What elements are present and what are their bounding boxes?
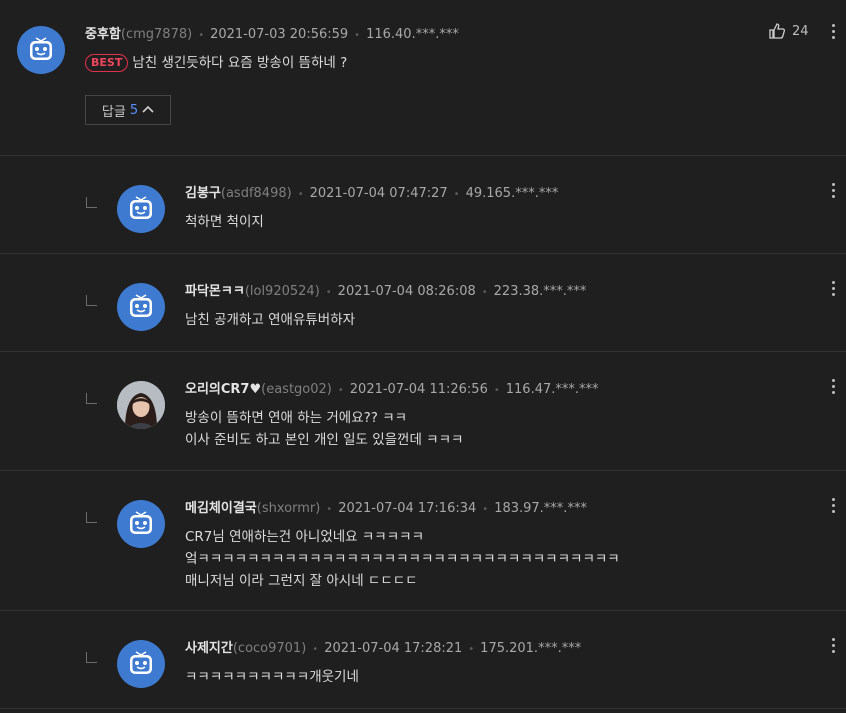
divider [0,470,846,471]
like-button[interactable]: 24 [768,22,809,40]
ip-address: 49.165.***.*** [465,186,559,201]
reply-indicator-icon [86,512,97,523]
reply-indicator-icon [86,197,97,208]
ip-address: 116.40.***.*** [366,27,459,42]
divider [0,610,846,611]
ip-address: 183.97.***.*** [494,501,587,516]
reply-toggle-button[interactable]: 답글 5 [85,95,171,125]
ip-address: 223.38.***.*** [493,284,587,299]
reply-meta: 파닥몬ㅋㅋ(lol920524) • 2021-07-04 08:26:08 • 223… [185,284,587,299]
reply-line: 엌ㅋㅋㅋㅋㅋㅋㅋㅋㅋㅋㅋㅋㅋㅋㅋㅋㅋㅋㅋㅋㅋㅋㅋㅋㅋㅋㅋㅋㅋㅋㅋㅋㅋㅋ [185,551,620,567]
more-options-icon[interactable] [832,281,836,297]
comment-text: BEST 남친 생긴듯하다 요즘 방송이 뜸하네 ? [85,52,347,74]
reply-meta: 사제지간(coco9701) • 2021-07-04 17:28:21 • 175.2… [185,641,582,656]
avatar-photo[interactable] [117,381,165,429]
more-options-icon[interactable] [832,638,836,654]
reply-line: CR7님 연애하는건 아니었네요 ㅋㅋㅋㅋㅋ [185,529,424,545]
reply-text: CR7님 연애하는건 아니었네요 ㅋㅋㅋㅋㅋ 엌ㅋㅋㅋㅋㅋㅋㅋㅋㅋㅋㅋㅋㅋㅋㅋㅋ… [185,526,620,592]
comment-date: 2021-07-03 20:56:59 [210,27,349,42]
user-id: (eastgo02) [261,382,332,397]
comment-date: 2021-07-04 17:28:21 [324,641,463,656]
reply-label: 답글 [101,104,126,120]
user-id: (shxormr) [256,501,321,516]
reply-meta: 김봉구(asdf8498) • 2021-07-04 07:47:27 • 49.165… [185,186,559,201]
like-count: 24 [792,23,809,39]
comment-date: 2021-07-04 07:47:27 [309,186,448,201]
reply-line: ㅋㅋㅋㅋㅋㅋㅋㅋㅋㅋ개웃기네 [185,669,359,685]
more-options-icon[interactable] [832,379,836,395]
more-options-icon[interactable] [832,183,836,199]
more-options-icon[interactable] [832,498,836,514]
user-id: (coco9701) [232,641,307,656]
thumbs-up-icon [769,23,786,39]
reply-line: 이사 준비도 하고 본인 개인 일도 있을껀데 ㅋㅋㅋ [185,432,464,448]
divider [0,155,846,156]
nickname[interactable]: 오리의CR7♥ [185,382,261,397]
avatar[interactable] [17,26,65,74]
comment-date: 2021-07-04 08:26:08 [337,284,476,299]
reply-indicator-icon [86,652,97,663]
nickname[interactable]: 파닥몬ㅋㅋ [185,284,245,299]
avatar[interactable] [117,500,165,548]
user-id: (cmg7878) [120,27,193,42]
comment-date: 2021-07-04 11:26:56 [349,382,488,397]
reply-line: 매니저님 이라 그런지 잘 아시네 ㄷㄷㄷㄷ [185,573,418,589]
reply-meta: 오리의CR7♥(eastgo02) • 2021-07-04 11:26:56 • 11… [185,382,599,397]
reply-text: 남친 공개하고 연애유튜버하자 [185,309,355,331]
reply-line: 방송이 뜸하면 연애 하는 거에요?? ㅋㅋ [185,410,408,426]
ip-address: 175.201.***.*** [480,641,582,656]
chevron-up-icon [142,105,154,113]
divider [0,351,846,352]
reply-meta: 메김체이결국(shxormr) • 2021-07-04 17:16:34 • 183.… [185,501,587,516]
nickname[interactable]: 중후함 [85,27,121,42]
divider [0,708,846,709]
reply-text: 척하면 척이지 [185,211,264,233]
comment-date: 2021-07-04 17:16:34 [338,501,477,516]
nickname[interactable]: 김봉구 [185,186,221,201]
best-badge: BEST [85,54,129,72]
divider [0,253,846,254]
user-id: (lol920524) [244,284,320,299]
reply-text: 방송이 뜸하면 연애 하는 거에요?? ㅋㅋ 이사 준비도 하고 본인 개인 일… [185,407,463,451]
avatar[interactable] [117,283,165,331]
ip-address: 116.47.***.*** [505,382,599,397]
reply-line: 남친 공개하고 연애유튜버하자 [185,312,356,328]
reply-line: 척하면 척이지 [185,214,264,230]
avatar[interactable] [117,640,165,688]
comment-meta: 중후함(cmg7878) • 2021-07-03 20:56:59 • 116.40.… [85,27,459,42]
reply-count: 5 [129,102,139,118]
nickname[interactable]: 사제지간 [185,641,233,656]
reply-text: ㅋㅋㅋㅋㅋㅋㅋㅋㅋㅋ개웃기네 [185,666,359,688]
avatar[interactable] [117,185,165,233]
reply-indicator-icon [86,295,97,306]
nickname[interactable]: 메김체이결국 [185,501,257,516]
more-options-icon[interactable] [832,24,836,40]
user-id: (asdf8498) [220,186,292,201]
comment-body: 남친 생긴듯하다 요즘 방송이 뜸하네 ? [132,55,348,71]
reply-indicator-icon [86,393,97,404]
